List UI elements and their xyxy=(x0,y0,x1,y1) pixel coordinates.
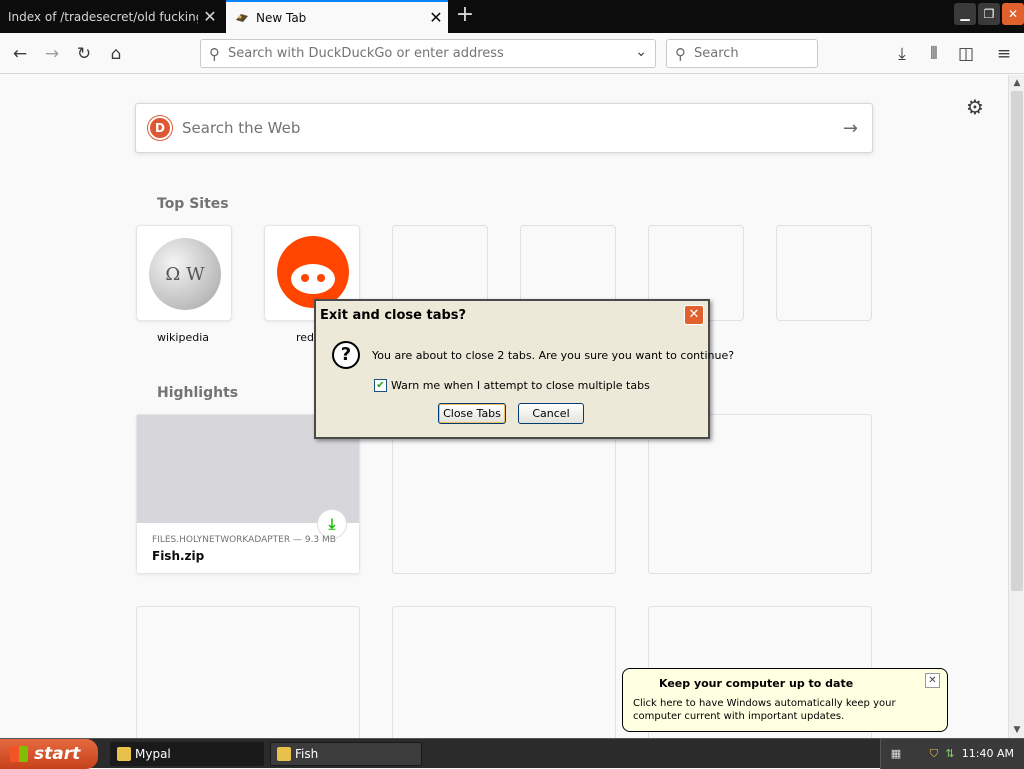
top-site-label: wikipedia xyxy=(156,331,209,344)
system-tray: ▦ ⛉ ⇅ 11:40 AM xyxy=(880,739,1024,769)
gear-icon[interactable]: ⚙ xyxy=(966,95,984,119)
cancel-button[interactable]: Cancel xyxy=(518,403,584,424)
taskbar: start Mypal Fish ▦ ⛉ ⇅ 11:40 AM xyxy=(0,738,1024,769)
duckduckgo-logo-icon: D xyxy=(148,116,172,140)
tab-title: Index of /tradesecret/old fucking garb xyxy=(8,9,198,24)
warn-checkbox[interactable]: ✔ xyxy=(374,379,387,392)
url-bar-placeholder: Search with DuckDuckGo or enter address xyxy=(228,46,504,61)
library-icon[interactable]: ⫴ xyxy=(920,40,948,68)
warn-checkbox-label: Warn me when I attempt to close multiple… xyxy=(391,379,650,392)
balloon-title: Keep your computer up to date xyxy=(659,677,854,690)
taskbar-item-label: Mypal xyxy=(135,747,171,761)
menu-icon[interactable]: ≡ xyxy=(990,40,1018,68)
back-arrow-icon[interactable]: ← xyxy=(6,40,34,68)
tab-new-tab[interactable]: New Tab ✕ xyxy=(226,0,448,33)
arrow-right-icon[interactable]: → xyxy=(843,118,858,139)
close-tabs-button[interactable]: Close Tabs xyxy=(438,403,506,424)
mypal-favicon-icon xyxy=(234,10,250,26)
maximize-button[interactable]: ❐ xyxy=(978,3,1000,25)
chevron-down-icon[interactable]: ⌄ xyxy=(635,44,647,60)
dialog-title: Exit and close tabs? xyxy=(316,301,708,329)
tab-title: New Tab xyxy=(256,10,307,25)
network-icon[interactable]: ⇅ xyxy=(943,747,957,761)
home-icon[interactable]: ⌂ xyxy=(102,40,130,68)
start-label: start xyxy=(34,744,81,764)
dialog-message: You are about to close 2 tabs. Are you s… xyxy=(372,349,735,362)
search-icon: ⚲ xyxy=(675,44,686,63)
scroll-down-icon[interactable]: ▼ xyxy=(1009,722,1024,738)
new-tab-button[interactable]: + xyxy=(452,3,478,29)
scroll-up-icon[interactable]: ▲ xyxy=(1009,75,1024,91)
dialog-title-text: Exit and close tabs? xyxy=(320,307,467,323)
security-shield-icon[interactable]: ⛉ xyxy=(927,747,941,761)
url-bar[interactable]: ⚲ Search with DuckDuckGo or enter addres… xyxy=(200,39,656,68)
top-site-empty[interactable] xyxy=(776,225,872,321)
search-icon: ⚲ xyxy=(209,44,220,63)
keyboard-icon[interactable]: ▦ xyxy=(889,747,903,761)
close-tab-icon[interactable]: ✕ xyxy=(424,8,448,27)
sidebar-icon[interactable]: ◫ xyxy=(952,40,980,68)
minimize-button[interactable]: ▁ xyxy=(954,3,976,25)
balloon-close-button[interactable]: ✕ xyxy=(925,673,940,688)
tab-index[interactable]: Index of /tradesecret/old fucking garb ✕ xyxy=(0,0,222,33)
folder-icon xyxy=(277,747,291,761)
windows-logo-icon xyxy=(10,746,28,762)
dialog-close-button[interactable]: ✕ xyxy=(684,305,704,325)
start-button[interactable]: start xyxy=(0,739,98,769)
update-notification-balloon[interactable]: Keep your computer up to date ✕ Click he… xyxy=(622,668,948,732)
download-icon[interactable]: ⤓ xyxy=(888,40,916,68)
highlight-card-empty xyxy=(392,606,616,746)
close-tabs-dialog: Exit and close tabs? ✕ ? You are about t… xyxy=(314,299,734,439)
search-bar[interactable]: ⚲ Search xyxy=(666,39,818,68)
taskbar-item-label: Fish xyxy=(295,747,319,761)
taskbar-item-mypal[interactable]: Mypal xyxy=(110,742,264,766)
highlights-heading: Highlights xyxy=(157,385,239,401)
tab-strip: Index of /tradesecret/old fucking garb ✕… xyxy=(0,0,1024,33)
mypal-app-icon xyxy=(117,747,131,761)
highlight-title: Fish.zip xyxy=(152,549,205,563)
highlight-source: FILES.HOLYNETWORKADAPTER — 9.3 MB xyxy=(152,535,336,545)
balloon-text: Click here to have Windows automatically… xyxy=(633,698,896,722)
question-icon: ? xyxy=(332,341,360,369)
search-bar-placeholder: Search xyxy=(694,46,739,61)
taskbar-item-fish[interactable]: Fish xyxy=(270,742,422,766)
clock[interactable]: 11:40 AM xyxy=(962,747,1014,760)
top-site-wikipedia[interactable]: Ω W xyxy=(136,225,232,321)
vertical-scrollbar[interactable]: ▲ ▼ xyxy=(1008,75,1024,738)
navigation-toolbar: ← → ↻ ⌂ ⚲ Search with DuckDuckGo or ente… xyxy=(0,33,1024,74)
forward-arrow-icon[interactable]: → xyxy=(38,40,66,68)
web-search-placeholder: Search the Web xyxy=(182,119,301,137)
window-close-button[interactable]: ✕ xyxy=(1002,3,1024,25)
warn-checkbox-row[interactable]: ✔ Warn me when I attempt to close multip… xyxy=(374,379,650,392)
highlight-card-empty xyxy=(136,606,360,746)
web-search-box[interactable]: D Search the Web → xyxy=(135,103,873,153)
reload-icon[interactable]: ↻ xyxy=(70,40,98,68)
reddit-logo-icon xyxy=(277,236,349,308)
wikipedia-logo-icon: Ω W xyxy=(149,238,221,310)
scrollbar-thumb[interactable] xyxy=(1011,91,1023,591)
top-sites-heading: Top Sites xyxy=(157,196,229,212)
close-tab-icon[interactable]: ✕ xyxy=(198,7,222,26)
